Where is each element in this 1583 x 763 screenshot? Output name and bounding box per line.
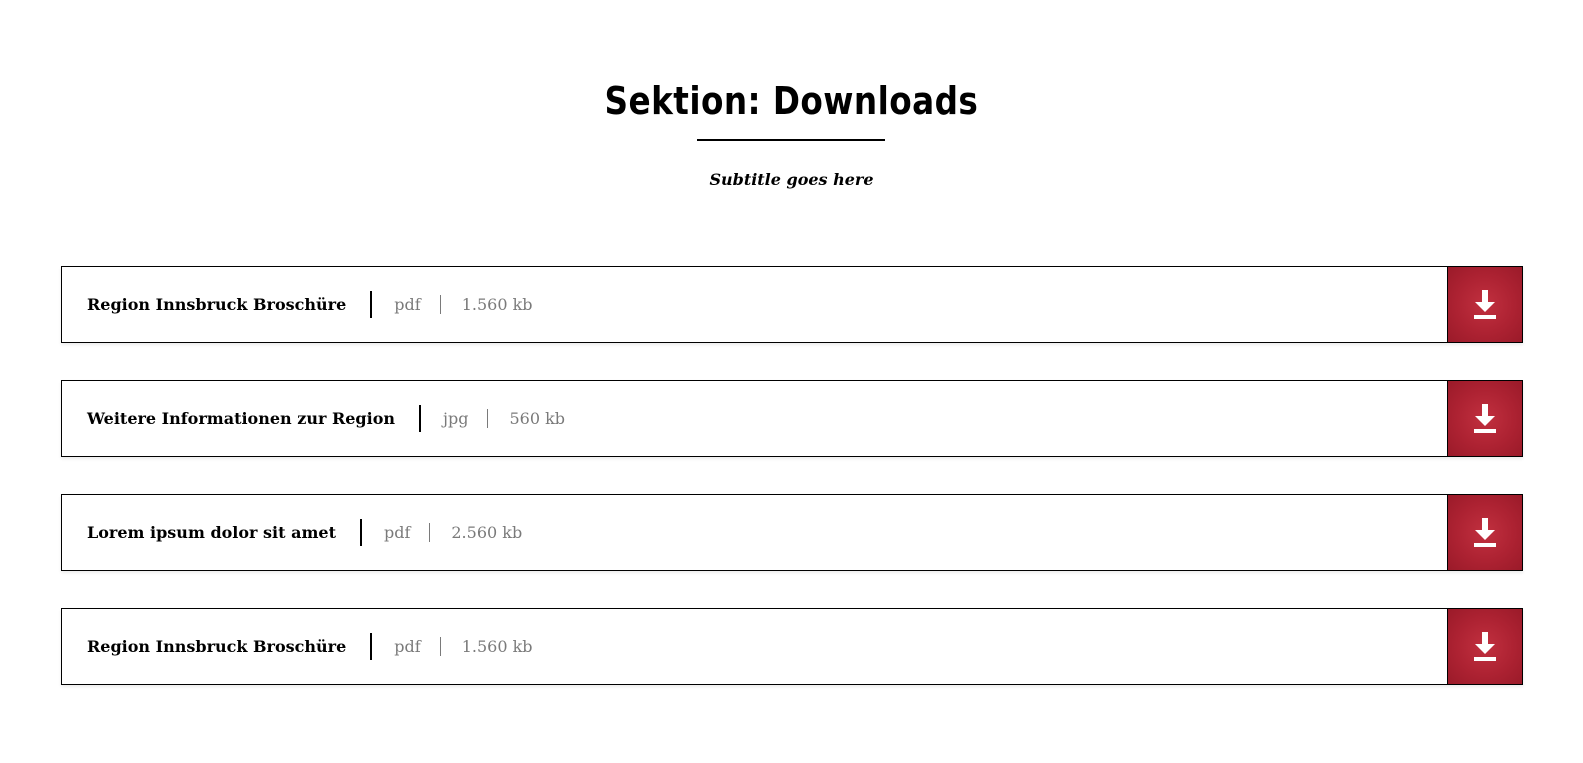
title-separator — [359, 519, 362, 546]
file-size: 2.560 kb — [451, 523, 523, 542]
title-underline-divider — [697, 139, 885, 141]
download-item: Weitere Informationen zur Region jpg 560… — [61, 380, 1523, 457]
download-button[interactable] — [1447, 608, 1523, 685]
download-button[interactable] — [1447, 494, 1523, 571]
file-size: 1.560 kb — [461, 295, 533, 314]
meta-separator — [487, 409, 489, 428]
file-type: pdf — [383, 523, 411, 542]
page-subtitle: Subtitle goes here — [709, 170, 874, 189]
file-size: 1.560 kb — [461, 637, 533, 656]
download-item: Region Innsbruck Broschüre pdf 1.560 kb — [61, 266, 1523, 343]
download-button[interactable] — [1447, 380, 1523, 457]
download-title: Weitere Informationen zur Region — [87, 409, 395, 428]
download-item-info: Region Innsbruck Broschüre pdf 1.560 kb — [87, 267, 533, 342]
downloads-list: Region Innsbruck Broschüre pdf 1.560 kb … — [61, 266, 1523, 722]
page-title: Sektion: Downloads — [604, 79, 979, 123]
download-icon — [1473, 289, 1497, 320]
meta-separator — [429, 523, 431, 542]
download-icon — [1473, 631, 1497, 662]
title-separator — [370, 633, 373, 660]
download-icon — [1473, 517, 1497, 548]
download-title: Region Innsbruck Broschüre — [87, 295, 347, 314]
file-type: pdf — [394, 637, 421, 656]
download-icon — [1473, 403, 1497, 434]
download-title: Lorem ipsum dolor sit amet — [87, 523, 336, 542]
file-type: pdf — [394, 295, 421, 314]
download-item-info: Region Innsbruck Broschüre pdf 1.560 kb — [87, 609, 533, 684]
file-size: 560 kb — [509, 409, 566, 428]
download-item-info: Weitere Informationen zur Region jpg 560… — [87, 381, 565, 456]
download-title: Region Innsbruck Broschüre — [87, 637, 347, 656]
title-separator — [370, 291, 373, 318]
download-item: Lorem ipsum dolor sit amet pdf 2.560 kb — [61, 494, 1523, 571]
meta-separator — [439, 637, 441, 656]
download-button[interactable] — [1447, 266, 1523, 343]
download-item-info: Lorem ipsum dolor sit amet pdf 2.560 kb — [87, 495, 522, 570]
title-separator — [419, 405, 421, 432]
file-type: jpg — [443, 409, 469, 428]
meta-separator — [439, 295, 441, 314]
download-item: Region Innsbruck Broschüre pdf 1.560 kb — [61, 608, 1523, 685]
